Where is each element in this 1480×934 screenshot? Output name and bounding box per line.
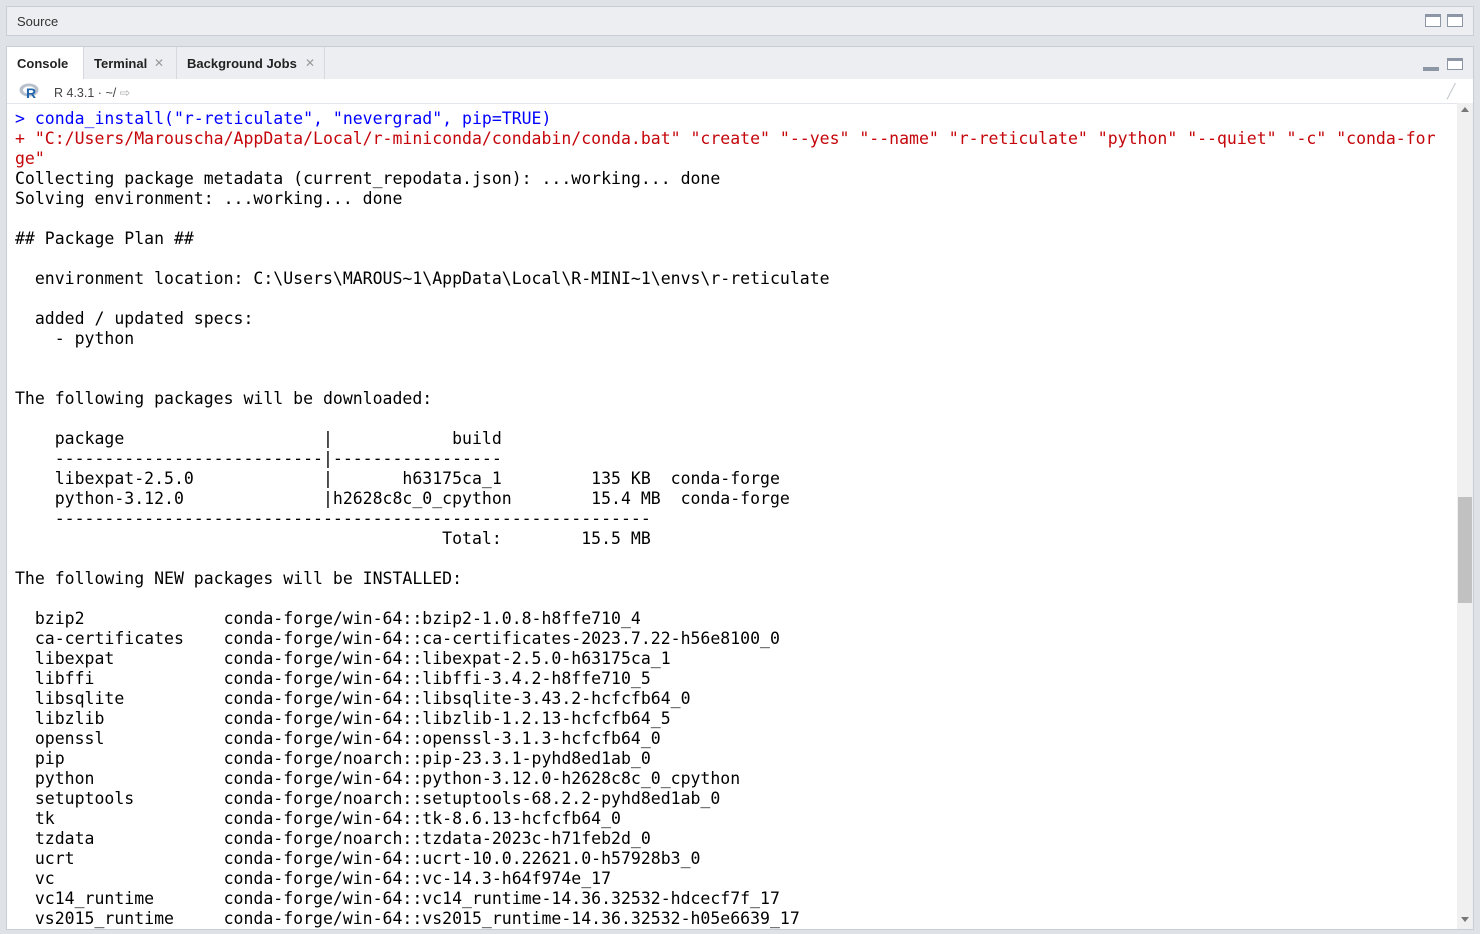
console-line: Solving environment: ...working... done bbox=[15, 189, 403, 208]
console-line: Collecting package metadata (current_rep… bbox=[15, 169, 721, 188]
tab-background-jobs-label: Background Jobs bbox=[187, 56, 297, 71]
console-line: The following NEW packages will be INSTA… bbox=[15, 569, 463, 588]
console-line: vc14_runtime conda-forge/win-64::vc14_ru… bbox=[15, 889, 780, 908]
tab-console-label: Console bbox=[17, 56, 69, 71]
clear-console-icon[interactable]: ╱ bbox=[1447, 83, 1455, 100]
console-line: python-3.12.0 |h2628c8c_0_cpython 15.4 M… bbox=[15, 489, 790, 508]
console-line: environment location: C:\Users\MAROUS~1\… bbox=[15, 269, 830, 288]
tab-background-jobs[interactable]: Background Jobs ✕ bbox=[177, 47, 325, 79]
console-line: ---------------------------|------------… bbox=[15, 449, 502, 468]
r-version: R 4.3.1 bbox=[54, 86, 95, 100]
console-line: ucrt conda-forge/win-64::ucrt-10.0.22621… bbox=[15, 849, 701, 868]
console-output[interactable]: > conda_install("r-reticulate", "nevergr… bbox=[7, 103, 1453, 929]
console-line: ----------------------------------------… bbox=[15, 509, 651, 528]
close-terminal-tab-icon[interactable]: ✕ bbox=[154, 56, 164, 70]
console-scrollbar[interactable] bbox=[1457, 103, 1473, 929]
console-line: ge" bbox=[15, 149, 45, 168]
console-line: - python bbox=[15, 329, 135, 348]
console-line: setuptools conda-forge/noarch::setuptool… bbox=[15, 789, 721, 808]
console-line: libffi conda-forge/win-64::libffi-3.4.2-… bbox=[15, 669, 651, 688]
tab-console[interactable]: Console bbox=[7, 47, 84, 79]
console-line: libzlib conda-forge/win-64::libzlib-1.2.… bbox=[15, 709, 671, 728]
console-text: > conda_install("r-reticulate", "nevergr… bbox=[15, 109, 1436, 929]
console-line: ca-certificates conda-forge/win-64::ca-c… bbox=[15, 629, 780, 648]
go-to-directory-icon[interactable]: ⇨ bbox=[120, 86, 130, 100]
console-toolbar: R R 4.3.1 · ~/ ⇨ ╱ bbox=[7, 79, 1473, 104]
close-background-jobs-tab-icon[interactable]: ✕ bbox=[305, 56, 315, 70]
console-line: python conda-forge/win-64::python-3.12.0… bbox=[15, 769, 741, 788]
console-line: + "C:/Users/Marouscha/AppData/Local/r-mi… bbox=[15, 129, 1436, 148]
console-line: Total: 15.5 MB bbox=[15, 529, 651, 548]
restore-console-pane-icon[interactable] bbox=[1447, 58, 1463, 70]
r-version-label: R 4.3.1 · ~/ ⇨ bbox=[54, 85, 130, 100]
console-line: added / updated specs: bbox=[15, 309, 254, 328]
console-line: openssl conda-forge/win-64::openssl-3.1.… bbox=[15, 729, 661, 748]
console-line: vc conda-forge/win-64::vc-14.3-h64f974e_… bbox=[15, 869, 612, 888]
maximize-pane-icon[interactable] bbox=[1447, 14, 1463, 27]
console-line: bzip2 conda-forge/win-64::bzip2-1.0.8-h8… bbox=[15, 609, 641, 628]
svg-text:R: R bbox=[26, 85, 36, 100]
console-line: pip conda-forge/noarch::pip-23.3.1-pyhd8… bbox=[15, 749, 651, 768]
scroll-up-arrow-icon[interactable] bbox=[1461, 107, 1469, 112]
console-line: The following packages will be downloade… bbox=[15, 389, 433, 408]
console-line: vs2015_runtime conda-forge/win-64::vs201… bbox=[15, 909, 800, 928]
restore-pane-icon[interactable] bbox=[1425, 14, 1441, 27]
console-line: package | build bbox=[15, 429, 502, 448]
minimize-pane-icon[interactable] bbox=[1423, 67, 1439, 71]
console-line: libexpat-2.5.0 | h63175ca_1 135 KB conda… bbox=[15, 469, 780, 488]
scroll-down-arrow-icon[interactable] bbox=[1461, 917, 1469, 922]
console-line: tzdata conda-forge/noarch::tzdata-2023c-… bbox=[15, 829, 651, 848]
tab-terminal-label: Terminal bbox=[94, 56, 148, 71]
working-directory[interactable]: ~/ bbox=[105, 86, 116, 100]
pane-tabbar: Console Terminal ✕ Background Jobs ✕ bbox=[7, 47, 1473, 79]
source-pane-header[interactable]: Source bbox=[6, 6, 1474, 36]
console-line: libsqlite conda-forge/win-64::libsqlite-… bbox=[15, 689, 691, 708]
scrollbar-thumb[interactable] bbox=[1458, 497, 1472, 603]
console-line: ## Package Plan ## bbox=[15, 229, 194, 248]
source-pane-title: Source bbox=[17, 14, 59, 29]
console-line: > conda_install("r-reticulate", "nevergr… bbox=[15, 109, 552, 128]
console-line: tk conda-forge/win-64::tk-8.6.13-hcfcfb6… bbox=[15, 809, 621, 828]
console-pane: Console Terminal ✕ Background Jobs ✕ R R… bbox=[6, 46, 1474, 930]
console-line: libexpat conda-forge/win-64::libexpat-2.… bbox=[15, 649, 671, 668]
separator: · bbox=[97, 86, 102, 100]
tab-terminal[interactable]: Terminal ✕ bbox=[84, 47, 177, 79]
r-logo-icon: R bbox=[19, 83, 39, 100]
